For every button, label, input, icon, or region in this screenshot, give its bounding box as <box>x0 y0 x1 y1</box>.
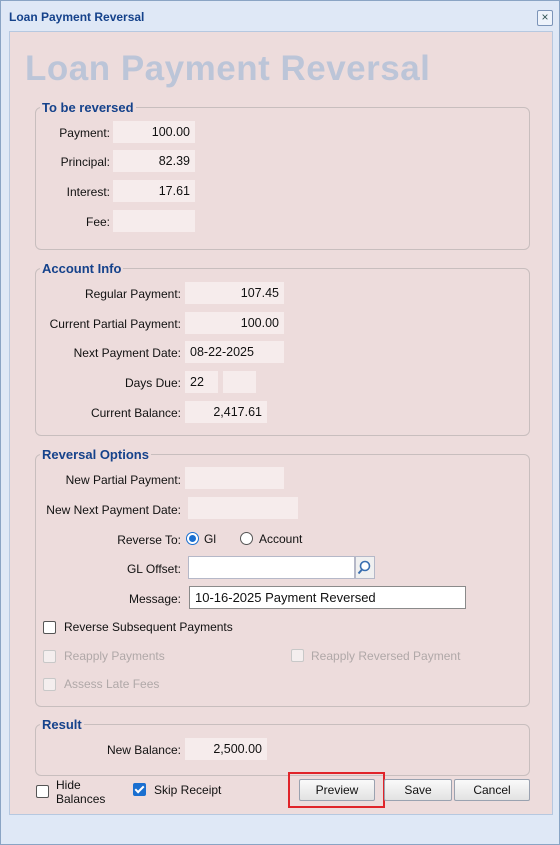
new-partial-input[interactable] <box>185 467 284 489</box>
skip-receipt-checkbox[interactable] <box>133 783 146 796</box>
new-next-date-label: New Next Payment Date: <box>46 503 181 517</box>
reverse-to-label: Reverse To: <box>117 533 181 547</box>
reapply-reversed-checkbox[interactable] <box>291 649 304 662</box>
hide-balances-checkbox[interactable] <box>36 785 49 798</box>
gl-offset-label: GL Offset: <box>126 562 181 576</box>
gl-offset-input[interactable] <box>188 556 355 579</box>
interest-value: 17.61 <box>113 180 195 202</box>
days-due-extra <box>223 371 256 393</box>
payment-value: 100.00 <box>113 121 195 143</box>
principal-value: 82.39 <box>113 150 195 172</box>
new-balance-value: 2,500.00 <box>185 738 267 760</box>
search-icon[interactable] <box>355 556 375 579</box>
days-due-value: 22 <box>185 371 218 393</box>
cancel-button[interactable]: Cancel <box>454 779 530 801</box>
current-partial-label: Current Partial Payment: <box>49 317 181 331</box>
reapply-payments-label: Reapply Payments <box>64 649 165 663</box>
window-title: Loan Payment Reversal <box>9 10 145 24</box>
account-info-section: Account Info Regular Payment: 107.45 Cur… <box>35 261 530 436</box>
result-legend: Result <box>40 717 84 732</box>
reverse-to-gl-label[interactable]: Gl <box>204 532 216 546</box>
current-balance-label: Current Balance: <box>90 406 181 420</box>
interest-label: Interest: <box>66 185 110 199</box>
regular-payment-value: 107.45 <box>185 282 284 304</box>
reverse-subsequent-label[interactable]: Reverse Subsequent Payments <box>64 620 233 634</box>
form-panel: Loan Payment Reversal To be reversed Pay… <box>9 31 553 815</box>
regular-payment-label: Regular Payment: <box>84 287 181 301</box>
current-balance-value: 2,417.61 <box>185 401 267 423</box>
to-be-reversed-section: To be reversed Payment: 100.00 Principal… <box>35 100 530 250</box>
hide-balances-label-line2[interactable]: Balances <box>56 792 105 806</box>
save-button[interactable]: Save <box>384 779 452 801</box>
new-partial-label: New Partial Payment: <box>65 473 181 487</box>
message-input[interactable]: 10-16-2025 Payment Reversed <box>189 586 466 609</box>
message-label: Message: <box>128 592 181 606</box>
hide-balances-label-line1[interactable]: Hide <box>56 778 81 792</box>
reapply-payments-checkbox[interactable] <box>43 650 56 663</box>
next-payment-date-label: Next Payment Date: <box>73 346 181 360</box>
reapply-reversed-label: Reapply Reversed Payment <box>311 649 461 663</box>
principal-label: Principal: <box>60 155 110 169</box>
new-next-date-input[interactable] <box>188 497 298 519</box>
skip-receipt-label[interactable]: Skip Receipt <box>154 783 221 797</box>
assess-late-fees-checkbox[interactable] <box>43 678 56 691</box>
close-icon[interactable]: × <box>537 10 553 26</box>
fee-value <box>113 210 195 232</box>
new-balance-label: New Balance: <box>106 743 181 757</box>
reverse-to-account-radio[interactable] <box>240 532 253 545</box>
days-due-label: Days Due: <box>124 376 181 390</box>
result-section: Result New Balance: 2,500.00 <box>35 717 530 776</box>
reverse-to-gl-radio[interactable] <box>186 532 199 545</box>
fee-label: Fee: <box>85 215 110 229</box>
next-payment-date-value: 08-22-2025 <box>185 341 284 363</box>
account-info-legend: Account Info <box>40 261 124 276</box>
dialog-window: Loan Payment Reversal × Loan Payment Rev… <box>0 0 560 845</box>
preview-button[interactable]: Preview <box>299 779 375 801</box>
assess-late-fees-label: Assess Late Fees <box>64 677 160 691</box>
page-title: Loan Payment Reversal <box>25 49 431 88</box>
title-bar[interactable]: Loan Payment Reversal × <box>1 1 559 31</box>
payment-label: Payment: <box>59 126 110 140</box>
reverse-to-account-label[interactable]: Account <box>259 532 302 546</box>
reversal-options-legend: Reversal Options <box>40 447 151 462</box>
current-partial-value: 100.00 <box>185 312 284 334</box>
reverse-subsequent-checkbox[interactable] <box>43 621 56 634</box>
reversal-options-section: Reversal Options New Partial Payment: Ne… <box>35 447 530 707</box>
to-be-reversed-legend: To be reversed <box>40 100 136 115</box>
